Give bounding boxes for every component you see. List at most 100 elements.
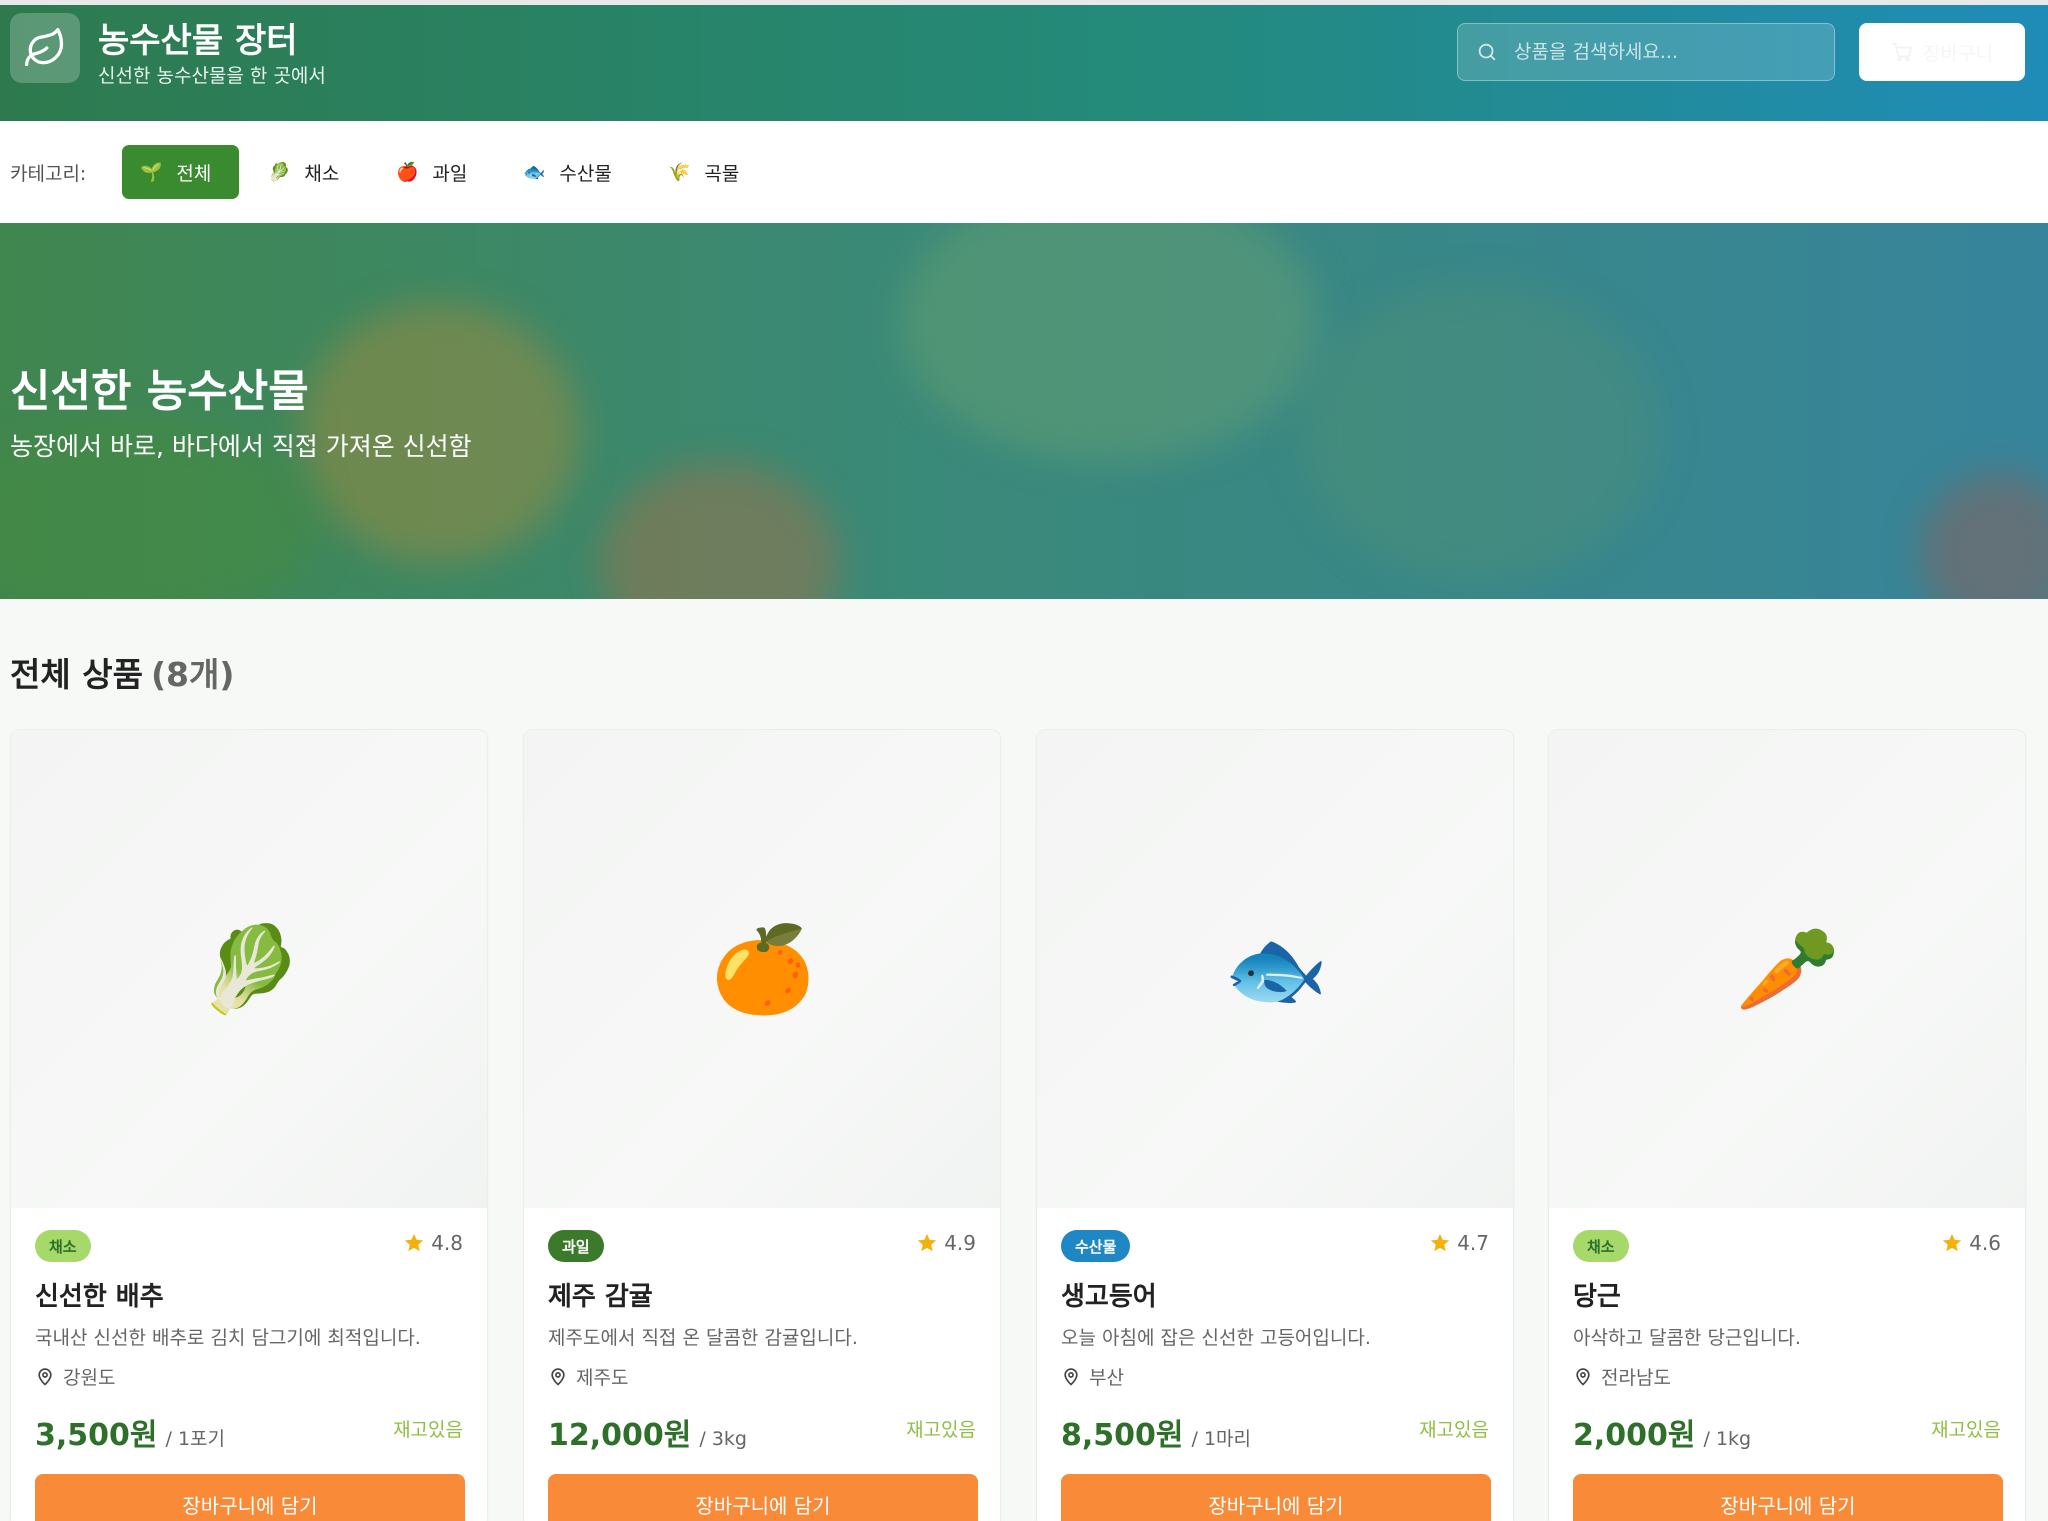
product-description: 제주도에서 직접 온 달콤한 감귤입니다. [548, 1327, 858, 1349]
category-badge: 과일 [548, 1230, 604, 1262]
add-to-cart-button[interactable]: 장바구니에 담기 [35, 1474, 465, 1521]
tab-label: 과일 [432, 162, 468, 185]
cart-button[interactable]: 장바구니 [1859, 23, 2025, 81]
price-row: 2,000원 / 1kg [1573, 1410, 1751, 1454]
product-image: 🐟 [1037, 730, 1513, 1208]
origin-label: 강원도 [63, 1367, 116, 1389]
location-pin-icon [551, 1367, 565, 1386]
product-card[interactable]: 🍊 과일 4.9 제주 감귤 제주도에서 직접 온 달콤한 감귤입니다. 제주도… [523, 729, 1001, 1521]
price: 3,500원 [35, 1418, 158, 1453]
search-box[interactable] [1457, 23, 1835, 81]
search-input[interactable] [1514, 24, 1824, 80]
location-pin-icon [38, 1367, 52, 1386]
hero-title: 신선한 농수산물 [10, 366, 309, 417]
unit: / 1마리 [1191, 1428, 1252, 1450]
cabbage-icon: 🥬 [197, 919, 303, 1018]
category-badge: 채소 [1573, 1230, 1629, 1262]
fish-icon: 🐟 [523, 161, 546, 183]
product-card[interactable]: 🥕 채소 4.6 당근 아삭하고 달콤한 당근입니다. 전라남도 2,000원 … [1548, 729, 2026, 1521]
hero-banner: 신선한 농수산물 농장에서 바로, 바다에서 직접 가져온 신선함 [0, 223, 2048, 599]
tab-label: 전체 [176, 162, 212, 185]
star-icon [405, 1233, 424, 1252]
leaf-icon [25, 28, 64, 67]
add-to-cart-button[interactable]: 장바구니에 담기 [1573, 1474, 2003, 1521]
product-card[interactable]: 🥬 채소 4.8 신선한 배추 국내산 신선한 배추로 김치 담그기에 최적입니… [10, 729, 488, 1521]
product-image: 🥕 [1549, 730, 2025, 1208]
add-to-cart-button[interactable]: 장바구니에 담기 [1061, 1474, 1491, 1521]
tab-all[interactable]: 🌱 전체 [122, 145, 239, 199]
search-icon [1478, 43, 1496, 61]
product-description: 오늘 아침에 잡은 신선한 고등어입니다. [1061, 1327, 1371, 1349]
category-bar: 카테고리: 🌱 전체 🥬 채소 🍎 과일 🐟 수산물 🌾 곡물 [0, 121, 2048, 223]
origin-label: 제주도 [576, 1367, 629, 1389]
origin-label: 부산 [1089, 1367, 1124, 1389]
tab-grain[interactable]: 🌾 곡물 [650, 145, 757, 199]
category-label: 카테고리: [10, 163, 87, 185]
price: 2,000원 [1573, 1418, 1696, 1453]
cart-label: 장바구니 [1923, 42, 1993, 65]
stock-status: 재고있음 [1931, 1419, 2001, 1441]
category-badge: 채소 [35, 1230, 91, 1262]
product-description: 아삭하고 달콤한 당근입니다. [1573, 1327, 1801, 1349]
unit: / 3kg [699, 1428, 747, 1450]
logo [10, 13, 80, 83]
hero-subtitle: 농장에서 바로, 바다에서 직접 가져온 신선함 [10, 432, 472, 461]
product-name: 신선한 배추 [35, 1282, 164, 1312]
hero-background [900, 223, 1320, 463]
product-name: 생고등어 [1061, 1282, 1157, 1312]
unit: / 1kg [1703, 1428, 1752, 1450]
price: 12,000원 [548, 1418, 692, 1453]
cart-icon [1891, 42, 1913, 62]
tab-vegetable[interactable]: 🥬 채소 [250, 145, 357, 199]
origin: 전라남도 [1573, 1363, 1671, 1390]
tab-label: 채소 [304, 162, 340, 185]
leafy-green-icon: 🥬 [268, 161, 291, 183]
product-count: (8개) [150, 655, 235, 694]
header: 농수산물 장터 신선한 농수산물을 한 곳에서 장바구니 [0, 0, 2048, 121]
hero-background [1300, 283, 1660, 583]
fish-icon: 🐟 [1223, 919, 1329, 1018]
hero-background [1920, 473, 2048, 599]
product-image: 🥬 [11, 730, 487, 1208]
product-name: 제주 감귤 [548, 1282, 653, 1312]
hero-background [600, 463, 840, 599]
product-card[interactable]: 🐟 수산물 4.7 생고등어 오늘 아침에 잡은 신선한 고등어입니다. 부산 … [1036, 729, 1514, 1521]
price: 8,500원 [1061, 1418, 1184, 1453]
star-icon [1943, 1233, 1962, 1252]
unit: / 1포기 [165, 1428, 226, 1450]
origin-label: 전라남도 [1601, 1367, 1671, 1389]
category-badge: 수산물 [1061, 1230, 1131, 1262]
product-description: 국내산 신선한 배추로 김치 담그기에 최적입니다. [35, 1327, 421, 1349]
rating: 4.7 [1429, 1231, 1489, 1255]
product-image: 🍊 [524, 730, 1000, 1208]
price-row: 3,500원 / 1포기 [35, 1410, 225, 1454]
stock-status: 재고있음 [1419, 1419, 1489, 1441]
star-icon [1431, 1233, 1450, 1252]
star-icon [918, 1233, 937, 1252]
add-to-cart-button[interactable]: 장바구니에 담기 [548, 1474, 978, 1521]
tab-fruit[interactable]: 🍎 과일 [378, 145, 485, 199]
product-name: 당근 [1573, 1282, 1621, 1312]
tab-label: 수산물 [559, 162, 612, 185]
origin: 부산 [1061, 1363, 1124, 1390]
location-pin-icon [1576, 1367, 1590, 1386]
stock-status: 재고있음 [393, 1419, 463, 1441]
price-row: 8,500원 / 1마리 [1061, 1410, 1251, 1454]
location-pin-icon [1064, 1367, 1078, 1386]
rice-icon: 🌾 [668, 161, 691, 183]
app-title: 농수산물 장터 [98, 21, 298, 61]
rating: 4.9 [916, 1231, 976, 1255]
rating-value: 4.8 [431, 1231, 463, 1255]
rating: 4.6 [1941, 1231, 2001, 1255]
carrot-icon: 🥕 [1735, 919, 1841, 1018]
section-title-text: 전체 상품 [10, 655, 143, 694]
origin: 제주도 [548, 1363, 628, 1390]
price-row: 12,000원 / 3kg [548, 1410, 747, 1454]
seedling-icon: 🌱 [140, 161, 163, 183]
stock-status: 재고있음 [906, 1419, 976, 1441]
origin: 강원도 [35, 1363, 115, 1390]
tab-seafood[interactable]: 🐟 수산물 [505, 145, 630, 199]
section-title: 전체 상품 (8개) [10, 648, 234, 696]
rating-value: 4.6 [1969, 1231, 2001, 1255]
tangerine-icon: 🍊 [710, 919, 816, 1018]
